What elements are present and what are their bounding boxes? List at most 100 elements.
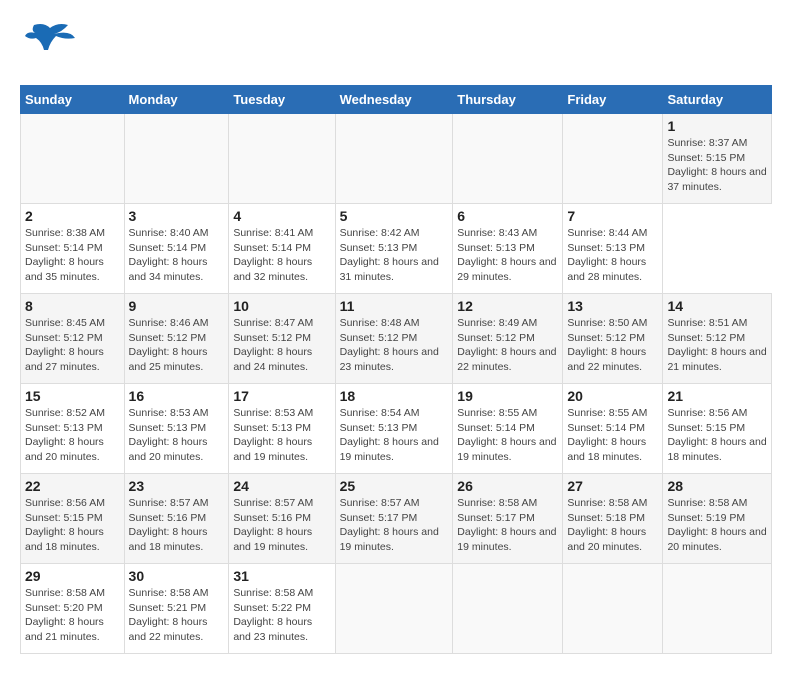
calendar-cell (335, 564, 453, 654)
day-number: 12 (457, 298, 558, 314)
day-number: 1 (667, 118, 767, 134)
day-info: Sunrise: 8:53 AMSunset: 5:13 PMDaylight:… (129, 406, 225, 465)
day-info: Sunrise: 8:53 AMSunset: 5:13 PMDaylight:… (233, 406, 330, 465)
day-info: Sunrise: 8:55 AMSunset: 5:14 PMDaylight:… (457, 406, 558, 465)
day-number: 3 (129, 208, 225, 224)
day-number: 22 (25, 478, 120, 494)
calendar-cell: 16 Sunrise: 8:53 AMSunset: 5:13 PMDayligh… (124, 384, 229, 474)
calendar-cell: 5 Sunrise: 8:42 AMSunset: 5:13 PMDaylight… (335, 204, 453, 294)
calendar-cell: 25Sunrise: 8:57 AMSunset: 5:17 PMDayligh… (335, 474, 453, 564)
day-info: Sunrise: 8:41 AMSunset: 5:14 PMDaylight:… (233, 226, 330, 285)
day-info: Sunrise: 8:54 AMSunset: 5:13 PMDaylight:… (340, 406, 449, 465)
calendar-cell: 12Sunrise: 8:49 AMSunset: 5:12 PMDayligh… (453, 294, 563, 384)
calendar-cell (663, 564, 772, 654)
day-info: Sunrise: 8:57 AMSunset: 5:17 PMDaylight:… (340, 496, 449, 555)
day-info: Sunrise: 8:58 AMSunset: 5:18 PMDaylight:… (567, 496, 658, 555)
calendar-cell (229, 114, 335, 204)
day-info: Sunrise: 8:47 AMSunset: 5:12 PMDaylight:… (233, 316, 330, 375)
column-header-wednesday: Wednesday (335, 86, 453, 114)
day-info: Sunrise: 8:44 AMSunset: 5:13 PMDaylight:… (567, 226, 658, 285)
column-header-sunday: Sunday (21, 86, 125, 114)
calendar-cell: 13 Sunrise: 8:50 AMSunset: 5:12 PMDayligh… (563, 294, 663, 384)
calendar-cell: 10Sunrise: 8:47 AMSunset: 5:12 PMDayligh… (229, 294, 335, 384)
calendar-cell: 1Sunrise: 8:37 AMSunset: 5:15 PMDaylight… (663, 114, 772, 204)
calendar-row: 15 Sunrise: 8:52 AMSunset: 5:13 PMDayligh… (21, 384, 772, 474)
calendar-cell: 4 Sunrise: 8:41 AMSunset: 5:14 PMDaylight… (229, 204, 335, 294)
day-number: 14 (667, 298, 767, 314)
calendar-row: 22 Sunrise: 8:56 AMSunset: 5:15 PMDayligh… (21, 474, 772, 564)
day-info: Sunrise: 8:57 AMSunset: 5:16 PMDaylight:… (233, 496, 330, 555)
calendar-cell: 6Sunrise: 8:43 AMSunset: 5:13 PMDaylight… (453, 204, 563, 294)
day-number: 7 (567, 208, 658, 224)
calendar-cell: 21 Sunrise: 8:56 AMSunset: 5:15 PMDayligh… (663, 384, 772, 474)
day-number: 24 (233, 478, 330, 494)
day-number: 31 (233, 568, 330, 584)
day-number: 8 (25, 298, 120, 314)
day-info: Sunrise: 8:56 AMSunset: 5:15 PMDaylight:… (667, 406, 767, 465)
column-header-tuesday: Tuesday (229, 86, 335, 114)
calendar-cell: 29Sunrise: 8:58 AMSunset: 5:20 PMDayligh… (21, 564, 125, 654)
calendar-cell: 20 Sunrise: 8:55 AMSunset: 5:14 PMDayligh… (563, 384, 663, 474)
day-number: 19 (457, 388, 558, 404)
calendar-cell: 8 Sunrise: 8:45 AMSunset: 5:12 PMDaylight… (21, 294, 125, 384)
calendar-row: 1Sunrise: 8:37 AMSunset: 5:15 PMDaylight… (21, 114, 772, 204)
day-info: Sunrise: 8:56 AMSunset: 5:15 PMDaylight:… (25, 496, 120, 555)
day-info: Sunrise: 8:45 AMSunset: 5:12 PMDaylight:… (25, 316, 120, 375)
day-info: Sunrise: 8:58 AMSunset: 5:20 PMDaylight:… (25, 586, 120, 645)
day-info: Sunrise: 8:58 AMSunset: 5:22 PMDaylight:… (233, 586, 330, 645)
calendar-row: 2 Sunrise: 8:38 AMSunset: 5:14 PMDaylight… (21, 204, 772, 294)
day-number: 30 (129, 568, 225, 584)
day-number: 21 (667, 388, 767, 404)
column-headers: SundayMondayTuesdayWednesdayThursdayFrid… (21, 86, 772, 114)
day-info: Sunrise: 8:57 AMSunset: 5:16 PMDaylight:… (129, 496, 225, 555)
day-number: 2 (25, 208, 120, 224)
day-number: 20 (567, 388, 658, 404)
day-info: Sunrise: 8:58 AMSunset: 5:17 PMDaylight:… (457, 496, 558, 555)
calendar-cell: 7 Sunrise: 8:44 AMSunset: 5:13 PMDaylight… (563, 204, 663, 294)
column-header-friday: Friday (563, 86, 663, 114)
day-number: 18 (340, 388, 449, 404)
calendar-cell: 24 Sunrise: 8:57 AMSunset: 5:16 PMDayligh… (229, 474, 335, 564)
calendar-cell: 26Sunrise: 8:58 AMSunset: 5:17 PMDayligh… (453, 474, 563, 564)
day-info: Sunrise: 8:52 AMSunset: 5:13 PMDaylight:… (25, 406, 120, 465)
calendar-cell (124, 114, 229, 204)
calendar-table: SundayMondayTuesdayWednesdayThursdayFrid… (20, 85, 772, 654)
column-header-saturday: Saturday (663, 86, 772, 114)
calendar-cell: 31 Sunrise: 8:58 AMSunset: 5:22 PMDayligh… (229, 564, 335, 654)
calendar-cell (563, 564, 663, 654)
day-info: Sunrise: 8:58 AMSunset: 5:19 PMDaylight:… (667, 496, 767, 555)
calendar-cell: 30 Sunrise: 8:58 AMSunset: 5:21 PMDayligh… (124, 564, 229, 654)
column-header-monday: Monday (124, 86, 229, 114)
day-number: 5 (340, 208, 449, 224)
calendar-cell (453, 114, 563, 204)
calendar-cell: 17 Sunrise: 8:53 AMSunset: 5:13 PMDayligh… (229, 384, 335, 474)
day-number: 15 (25, 388, 120, 404)
day-info: Sunrise: 8:38 AMSunset: 5:14 PMDaylight:… (25, 226, 120, 285)
day-info: Sunrise: 8:48 AMSunset: 5:12 PMDaylight:… (340, 316, 449, 375)
calendar-cell: 19 Sunrise: 8:55 AMSunset: 5:14 PMDayligh… (453, 384, 563, 474)
calendar-cell: 9Sunrise: 8:46 AMSunset: 5:12 PMDaylight… (124, 294, 229, 384)
day-number: 16 (129, 388, 225, 404)
calendar-cell: 15 Sunrise: 8:52 AMSunset: 5:13 PMDayligh… (21, 384, 125, 474)
calendar-cell (335, 114, 453, 204)
day-number: 17 (233, 388, 330, 404)
day-info: Sunrise: 8:55 AMSunset: 5:14 PMDaylight:… (567, 406, 658, 465)
day-number: 4 (233, 208, 330, 224)
calendar-row: 8 Sunrise: 8:45 AMSunset: 5:12 PMDaylight… (21, 294, 772, 384)
calendar-cell: 2 Sunrise: 8:38 AMSunset: 5:14 PMDaylight… (21, 204, 125, 294)
day-number: 27 (567, 478, 658, 494)
day-info: Sunrise: 8:58 AMSunset: 5:21 PMDaylight:… (129, 586, 225, 645)
day-number: 28 (667, 478, 767, 494)
day-info: Sunrise: 8:51 AMSunset: 5:12 PMDaylight:… (667, 316, 767, 375)
logo-icon (20, 20, 80, 70)
day-number: 13 (567, 298, 658, 314)
calendar-row: 29Sunrise: 8:58 AMSunset: 5:20 PMDayligh… (21, 564, 772, 654)
day-info: Sunrise: 8:42 AMSunset: 5:13 PMDaylight:… (340, 226, 449, 285)
day-info: Sunrise: 8:50 AMSunset: 5:12 PMDaylight:… (567, 316, 658, 375)
day-number: 9 (129, 298, 225, 314)
day-info: Sunrise: 8:40 AMSunset: 5:14 PMDaylight:… (129, 226, 225, 285)
column-header-thursday: Thursday (453, 86, 563, 114)
calendar-cell: 22 Sunrise: 8:56 AMSunset: 5:15 PMDayligh… (21, 474, 125, 564)
calendar-cell: 23Sunrise: 8:57 AMSunset: 5:16 PMDayligh… (124, 474, 229, 564)
calendar-cell: 27 Sunrise: 8:58 AMSunset: 5:18 PMDayligh… (563, 474, 663, 564)
